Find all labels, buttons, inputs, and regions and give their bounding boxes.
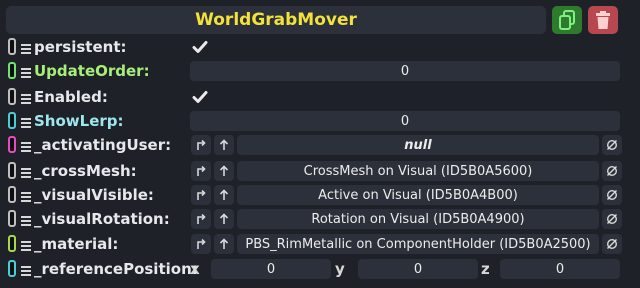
field-label: Enabled: bbox=[34, 88, 108, 106]
clear-reference-button[interactable] bbox=[602, 185, 622, 205]
field-label: UpdateOrder: bbox=[34, 62, 150, 80]
field-type-swatch[interactable] bbox=[8, 38, 16, 55]
field-row-visualrotation: _visualRotation: Rotation on Visual (ID5B… bbox=[0, 207, 640, 231]
vector-z-field[interactable]: 0 bbox=[500, 259, 620, 279]
go-up-button[interactable] bbox=[214, 209, 234, 229]
go-up-button[interactable] bbox=[214, 234, 234, 254]
field-label: _visualVisible: bbox=[34, 186, 154, 204]
field-menu-icon[interactable] bbox=[21, 137, 31, 153]
field-menu-icon[interactable] bbox=[21, 211, 31, 227]
jump-to-button[interactable] bbox=[191, 234, 211, 254]
go-up-button[interactable] bbox=[214, 185, 234, 205]
number-field[interactable]: 0 bbox=[190, 61, 620, 81]
field-label: _referencePosition: bbox=[34, 260, 198, 278]
field-row-referenceposition: _referencePosition: x 0 y 0 z 0 bbox=[0, 257, 640, 281]
field-menu-icon[interactable] bbox=[21, 89, 31, 105]
field-label: _activatingUser: bbox=[34, 136, 172, 154]
checkbox[interactable] bbox=[190, 87, 210, 107]
field-menu-icon[interactable] bbox=[21, 187, 31, 203]
field-row-showlerp: ShowLerp: 0 bbox=[0, 109, 640, 133]
checkmark-icon bbox=[192, 41, 208, 53]
delete-button[interactable] bbox=[588, 6, 618, 34]
field-label: persistent: bbox=[34, 38, 127, 56]
duplicate-icon bbox=[559, 10, 575, 30]
reference-field[interactable]: Active on Visual (ID5B0A4B00) bbox=[237, 185, 599, 205]
reference-field[interactable]: Rotation on Visual (ID5B0A4900) bbox=[237, 209, 599, 229]
clear-reference-button[interactable] bbox=[602, 161, 622, 181]
vector-y-field[interactable]: 0 bbox=[358, 259, 478, 279]
field-label: _visualRotation: bbox=[34, 210, 170, 228]
axis-label-y: y bbox=[335, 260, 345, 278]
checkmark-icon bbox=[192, 91, 208, 103]
field-menu-icon[interactable] bbox=[21, 163, 31, 179]
field-row-enabled: Enabled: bbox=[0, 85, 640, 109]
clear-reference-button[interactable] bbox=[602, 234, 622, 254]
field-type-swatch[interactable] bbox=[8, 88, 16, 105]
field-row-updateorder: UpdateOrder: 0 bbox=[0, 59, 640, 83]
field-menu-icon[interactable] bbox=[21, 261, 31, 277]
field-type-swatch[interactable] bbox=[8, 62, 16, 79]
reference-field[interactable]: CrossMesh on Visual (ID5B0A5600) bbox=[237, 161, 599, 181]
component-title: WorldGrabMover bbox=[6, 6, 546, 34]
field-row-persistent: persistent: bbox=[0, 35, 640, 59]
field-type-swatch[interactable] bbox=[8, 235, 16, 252]
jump-to-button[interactable] bbox=[191, 209, 211, 229]
field-menu-icon[interactable] bbox=[21, 236, 31, 252]
field-row-visualvisible: _visualVisible: Active on Visual (ID5B0A4… bbox=[0, 183, 640, 207]
field-type-swatch[interactable] bbox=[8, 112, 16, 129]
field-type-swatch[interactable] bbox=[8, 210, 16, 227]
clear-reference-button[interactable] bbox=[602, 209, 622, 229]
field-type-swatch[interactable] bbox=[8, 162, 16, 179]
jump-to-button[interactable] bbox=[191, 185, 211, 205]
field-label: _material: bbox=[34, 235, 119, 253]
field-menu-icon[interactable] bbox=[21, 39, 31, 55]
field-row-crossmesh: _crossMesh: CrossMesh on Visual (ID5B0A56… bbox=[0, 159, 640, 183]
jump-to-button[interactable] bbox=[191, 135, 211, 155]
reference-field[interactable]: null bbox=[237, 135, 599, 155]
field-label: ShowLerp: bbox=[34, 112, 124, 130]
axis-label-x: x bbox=[190, 260, 200, 278]
axis-label-z: z bbox=[481, 260, 490, 278]
field-type-swatch[interactable] bbox=[8, 186, 16, 203]
field-type-swatch[interactable] bbox=[8, 260, 16, 277]
field-type-swatch[interactable] bbox=[8, 136, 16, 153]
go-up-button[interactable] bbox=[214, 135, 234, 155]
go-up-button[interactable] bbox=[214, 161, 234, 181]
trash-icon bbox=[596, 11, 610, 29]
clear-reference-button[interactable] bbox=[602, 135, 622, 155]
checkbox[interactable] bbox=[190, 37, 210, 57]
reference-field[interactable]: PBS_RimMetallic on ComponentHolder (ID5B… bbox=[237, 234, 599, 254]
field-row-material: _material: PBS_RimMetallic on ComponentHo… bbox=[0, 232, 640, 256]
field-menu-icon[interactable] bbox=[21, 63, 31, 79]
duplicate-button[interactable] bbox=[552, 6, 582, 34]
field-menu-icon[interactable] bbox=[21, 113, 31, 129]
field-label: _crossMesh: bbox=[34, 162, 137, 180]
number-field[interactable]: 0 bbox=[190, 111, 620, 131]
vector-x-field[interactable]: 0 bbox=[211, 259, 331, 279]
field-row-activatinguser: _activatingUser: null bbox=[0, 133, 640, 157]
jump-to-button[interactable] bbox=[191, 161, 211, 181]
